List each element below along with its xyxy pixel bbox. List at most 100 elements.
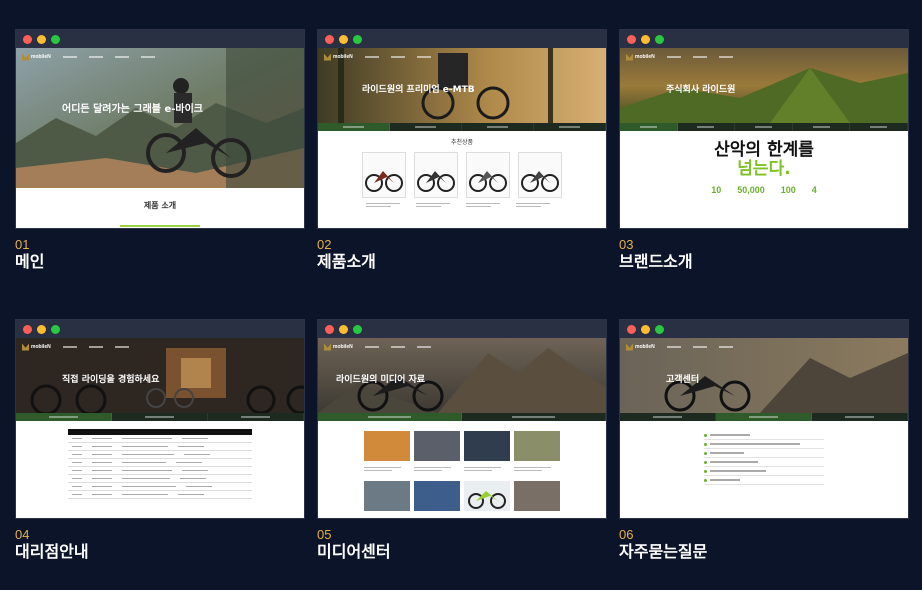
table-row[interactable] (68, 451, 252, 459)
tab[interactable] (390, 123, 462, 131)
table-row[interactable] (68, 483, 252, 491)
preview-window[interactable]: mobileN 직접 라이딩을 경험하세요 (15, 319, 305, 519)
close-dot-icon (23, 34, 32, 44)
tab[interactable] (678, 123, 736, 131)
card-brand[interactable]: mobileN 주식회사 라이드원 산악의 한계를 넘는다. 10 50,000… (619, 29, 909, 272)
card-products[interactable]: mobileN 라이드원의 프리미엄 e-MTB 추천상품 02 제품소개 (317, 29, 607, 272)
table-row[interactable] (68, 467, 252, 475)
product-card[interactable] (362, 152, 406, 198)
nav-item[interactable] (364, 346, 379, 348)
media-thumbnail[interactable] (514, 431, 560, 461)
section-link[interactable] (120, 225, 200, 227)
tab[interactable] (16, 413, 112, 421)
nav-item[interactable] (416, 346, 431, 348)
media-thumbnail[interactable] (414, 481, 460, 511)
media-thumbnail[interactable] (414, 431, 460, 461)
tab[interactable] (793, 123, 851, 131)
nav-item[interactable] (390, 56, 405, 58)
table-row[interactable] (68, 491, 252, 499)
close-dot-icon (325, 324, 334, 334)
nav-item[interactable] (114, 56, 129, 58)
faq-item[interactable] (704, 476, 824, 485)
tab[interactable] (208, 413, 304, 421)
nav-item[interactable] (666, 346, 681, 348)
tab[interactable] (534, 123, 606, 131)
table-row[interactable] (68, 435, 252, 443)
tab[interactable] (462, 413, 606, 421)
preview-window[interactable]: mobileN 라이드원의 미디어 자료 (317, 319, 607, 519)
media-thumbnail[interactable] (364, 481, 410, 511)
nav-item[interactable] (666, 56, 681, 58)
faq-item[interactable] (704, 467, 824, 476)
logo-mark-icon (626, 53, 633, 61)
media-thumbnail[interactable] (514, 481, 560, 511)
tab[interactable] (112, 413, 208, 421)
tab[interactable] (850, 123, 908, 131)
nav-item[interactable] (62, 56, 77, 58)
faq-item[interactable] (704, 431, 824, 440)
nav-item[interactable] (364, 56, 379, 58)
hero-image: mobileN 주식회사 라이드원 (620, 48, 908, 123)
faq-item[interactable] (704, 440, 824, 449)
card-main[interactable]: mobileN 어디든 달려가는 그래블 e-바이크 제품 소개 01 메인 (15, 29, 305, 272)
site-logo[interactable]: mobileN (626, 53, 655, 61)
table-row[interactable] (68, 459, 252, 467)
preview-window[interactable]: mobileN 어디든 달려가는 그래블 e-바이크 제품 소개 (15, 29, 305, 229)
nav-item[interactable] (88, 56, 103, 58)
tab[interactable] (620, 413, 716, 421)
hero-title: 고객센터 (666, 375, 700, 385)
tab[interactable] (716, 413, 812, 421)
tab[interactable] (318, 123, 390, 131)
table-row[interactable] (68, 443, 252, 451)
site-logo[interactable]: mobileN (324, 53, 353, 61)
card-label: 제품소개 (317, 252, 376, 271)
nav-item[interactable] (88, 346, 103, 348)
card-dealers[interactable]: mobileN 직접 라이딩을 경험하세요 04 대리점안내 (15, 319, 305, 562)
card-media[interactable]: mobileN 라이드원의 미디어 자료 05 미디어센터 (317, 319, 607, 562)
nav-item[interactable] (718, 346, 733, 348)
nav-item[interactable] (718, 56, 733, 58)
bike-icon (468, 491, 506, 509)
faq-item[interactable] (704, 458, 824, 467)
tab[interactable] (735, 123, 793, 131)
nav-item[interactable] (416, 56, 431, 58)
tab[interactable] (620, 123, 678, 131)
table-row[interactable] (68, 475, 252, 483)
tab[interactable] (812, 413, 908, 421)
nav-item[interactable] (692, 56, 707, 58)
faq-item[interactable] (704, 449, 824, 458)
preview-window[interactable]: mobileN 주식회사 라이드원 산악의 한계를 넘는다. 10 50,000… (619, 29, 909, 229)
media-thumbnail[interactable] (364, 431, 410, 461)
media-grid (318, 431, 606, 511)
nav-item[interactable] (390, 346, 405, 348)
tab[interactable] (462, 123, 534, 131)
hero-image: mobileN 고객센터 (620, 338, 908, 413)
nav-item[interactable] (62, 346, 77, 348)
preview-window[interactable]: mobileN 라이드원의 프리미엄 e-MTB 추천상품 (317, 29, 607, 229)
media-thumbnail[interactable] (464, 431, 510, 461)
product-card[interactable] (518, 152, 562, 198)
product-card[interactable] (466, 152, 510, 198)
site-nav: mobileN (324, 342, 600, 352)
logo-text: mobileN (31, 344, 51, 350)
nav-item[interactable] (692, 346, 707, 348)
preview-window[interactable]: mobileN 고객센터 (619, 319, 909, 519)
hero-title: 라이드원의 프리미엄 e-MTB (362, 85, 475, 95)
headline-line-1: 산악의 한계를 (714, 140, 814, 160)
site-logo[interactable]: mobileN (324, 343, 353, 351)
site-logo[interactable]: mobileN (626, 343, 655, 351)
section-title: 제품 소개 (143, 201, 177, 210)
site-logo[interactable]: mobileN (22, 343, 51, 351)
window-titlebar (318, 30, 606, 48)
card-faq[interactable]: mobileN 고객센터 06 자주묻는질문 (619, 319, 909, 562)
site-logo[interactable]: mobileN (22, 53, 51, 61)
logo-text: mobileN (635, 344, 655, 350)
nav-item[interactable] (140, 56, 155, 58)
media-thumbnail[interactable] (464, 481, 510, 511)
product-card[interactable] (414, 152, 458, 198)
card-label: 브랜드소개 (619, 252, 693, 271)
nav-item[interactable] (114, 346, 129, 348)
hero-image: mobileN 직접 라이딩을 경험하세요 (16, 338, 304, 413)
tab[interactable] (318, 413, 462, 421)
close-dot-icon (627, 324, 636, 334)
